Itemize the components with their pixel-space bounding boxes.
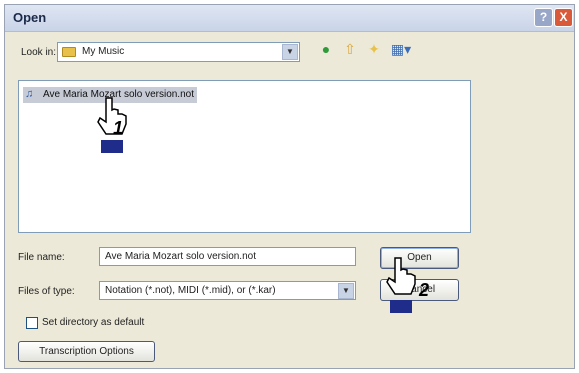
file-name-value: Ave Maria Mozart solo version.not	[105, 251, 256, 262]
file-name-input[interactable]: Ave Maria Mozart solo version.not	[99, 247, 356, 266]
set-directory-label: Set directory as default	[42, 317, 145, 328]
files-of-type-value: Notation (*.not), MIDI (*.mid), or (*.ka…	[105, 285, 276, 296]
open-dialog: Open ? X Look in: My Music ▼ ● ⇧ ✦ ▦▾ ♫ …	[4, 4, 575, 369]
look-in-value: My Music	[82, 46, 125, 57]
pointer-hand-icon	[385, 256, 419, 316]
help-button[interactable]: ?	[534, 8, 553, 27]
chevron-down-icon[interactable]: ▼	[282, 44, 298, 60]
folder-icon	[62, 47, 76, 57]
music-file-icon: ♫	[25, 88, 34, 100]
transcription-options-button[interactable]: Transcription Options	[18, 341, 155, 362]
set-directory-checkbox[interactable]	[26, 317, 38, 329]
new-folder-icon[interactable]: ✦	[365, 40, 383, 58]
files-of-type-label: Files of type:	[18, 286, 75, 297]
up-folder-icon[interactable]: ⇧	[341, 40, 359, 58]
files-of-type-dropdown[interactable]: Notation (*.not), MIDI (*.mid), or (*.ka…	[99, 281, 356, 300]
look-in-label: Look in:	[21, 47, 57, 58]
title-bar: Open ? X	[5, 5, 574, 32]
dialog-title: Open	[13, 10, 47, 25]
step-one-badge: 1	[113, 118, 124, 138]
file-name-label: File name:	[18, 252, 65, 263]
step-two-badge: 2	[419, 280, 430, 300]
file-list[interactable]: ♫ Ave Maria Mozart solo version.not	[18, 80, 471, 233]
back-icon[interactable]: ●	[317, 40, 335, 58]
chevron-down-icon[interactable]: ▼	[338, 283, 354, 299]
close-button[interactable]: X	[554, 8, 573, 27]
look-in-dropdown[interactable]: My Music ▼	[57, 42, 300, 62]
view-menu-icon[interactable]: ▦▾	[388, 40, 414, 58]
